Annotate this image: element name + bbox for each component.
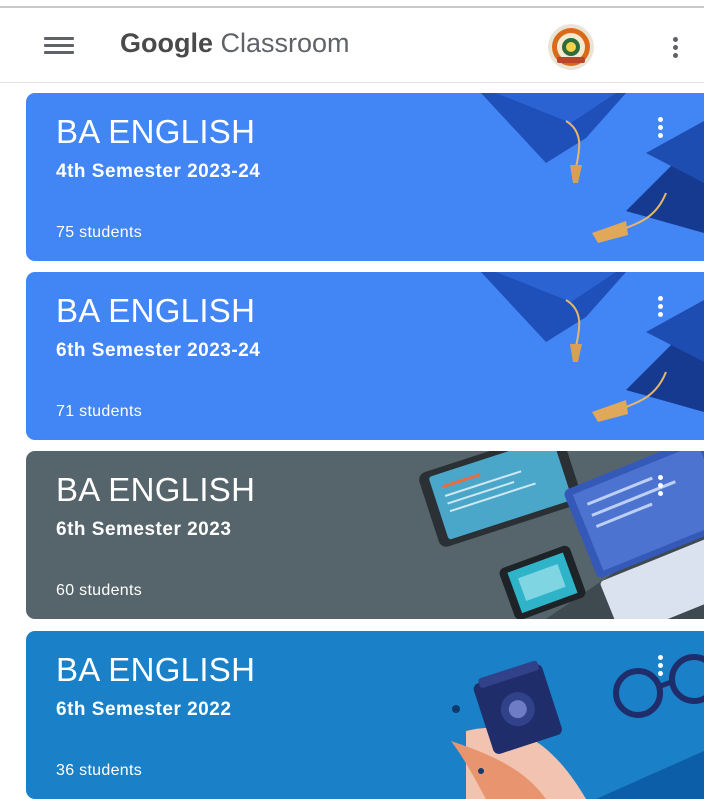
app-bar: Google Classroom	[0, 8, 704, 83]
more-vert-icon-dot	[658, 663, 663, 668]
menu-button[interactable]	[38, 28, 82, 64]
more-vert-icon	[658, 655, 663, 660]
class-card[interactable]: BA ENGLISH 4th Semester 2023-24 75 stude…	[26, 93, 704, 261]
more-vert-icon	[673, 37, 678, 42]
more-vert-icon-dot	[673, 45, 678, 50]
more-vert-icon	[658, 296, 663, 301]
brand-google: Google	[120, 28, 213, 58]
more-vert-icon-dot	[658, 304, 663, 309]
class-options-button[interactable]	[648, 290, 672, 324]
class-card[interactable]: BA ENGLISH 6th Semester 2023 60 students	[26, 451, 704, 619]
student-count: 60 students	[56, 582, 143, 599]
class-title[interactable]: BA ENGLISH	[56, 651, 255, 689]
more-vert-icon-dot	[658, 133, 663, 138]
class-options-button[interactable]	[648, 649, 672, 683]
class-card[interactable]: BA ENGLISH 6th Semester 2022 36 students	[26, 631, 704, 799]
class-section: 4th Semester 2023-24	[56, 161, 261, 182]
student-count: 71 students	[56, 403, 143, 420]
more-vert-icon-dot	[658, 483, 663, 488]
brand-classroom: Classroom	[220, 28, 350, 58]
class-section: 6th Semester 2023	[56, 519, 232, 540]
class-options-button[interactable]	[648, 111, 672, 145]
class-section: 6th Semester 2022	[56, 699, 232, 720]
hamburger-menu-icon	[44, 37, 74, 40]
more-options-button[interactable]	[660, 28, 690, 64]
hamburger-menu-icon-line	[44, 44, 74, 47]
more-vert-icon-dot	[673, 53, 678, 58]
class-section: 6th Semester 2023-24	[56, 340, 261, 361]
class-options-button[interactable]	[648, 469, 672, 503]
more-vert-icon	[658, 117, 663, 122]
class-title[interactable]: BA ENGLISH	[56, 292, 255, 330]
class-card[interactable]: BA ENGLISH 6th Semester 2023-24 71 stude…	[26, 272, 704, 440]
student-count: 75 students	[56, 224, 143, 241]
more-vert-icon	[658, 475, 663, 480]
account-avatar[interactable]	[548, 24, 594, 70]
class-title[interactable]: BA ENGLISH	[56, 113, 255, 151]
more-vert-icon-dot	[658, 671, 663, 676]
more-vert-icon-dot	[658, 312, 663, 317]
app-title: Google Classroom	[120, 28, 350, 59]
student-count: 36 students	[56, 762, 143, 779]
more-vert-icon-dot	[658, 125, 663, 130]
more-vert-icon-dot	[658, 491, 663, 496]
class-title[interactable]: BA ENGLISH	[56, 471, 255, 509]
hamburger-menu-icon-line	[44, 51, 74, 54]
